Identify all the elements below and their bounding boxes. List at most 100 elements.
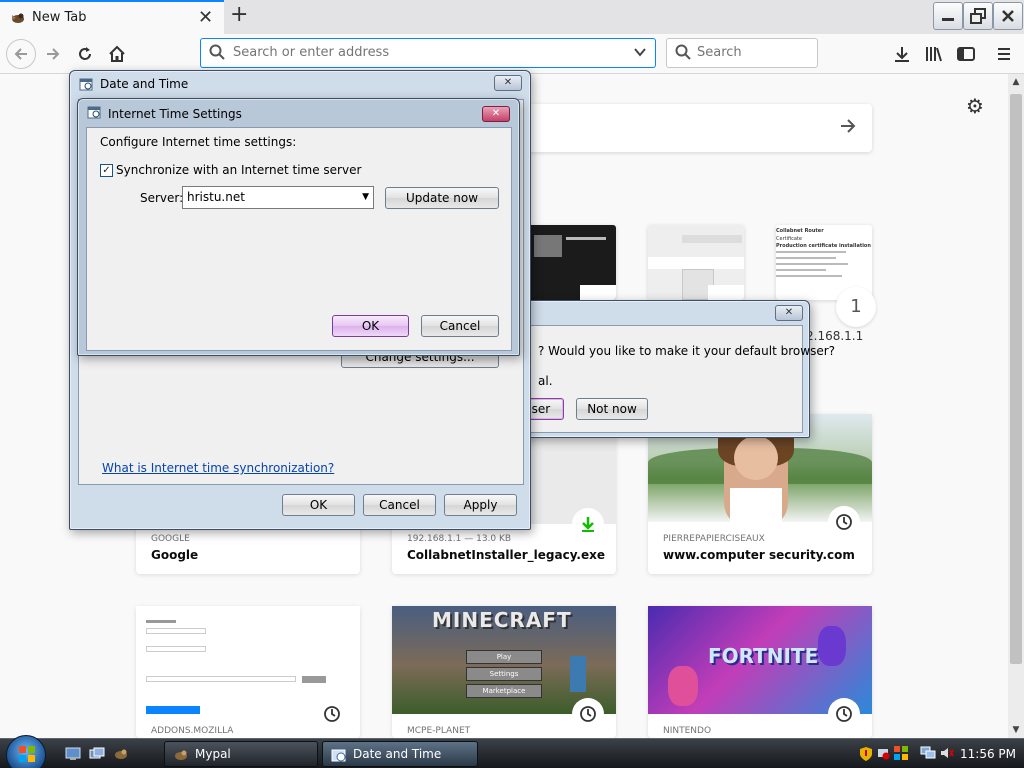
top-site-tile-computer-security[interactable]: PIERREPAPIERCISEAUX www.computer securit… xyxy=(648,414,872,574)
windows-flag-icon[interactable] xyxy=(894,746,908,764)
sidebar-icon[interactable] xyxy=(956,44,976,64)
scroll-up-icon[interactable]: ▲ xyxy=(1008,74,1024,90)
page-scrollbar[interactable]: ▲ ▼ xyxy=(1008,74,1024,738)
dialog-message: ? Would you like to make it your default… xyxy=(538,344,835,358)
apply-button[interactable]: Apply xyxy=(444,494,517,516)
close-window-button[interactable] xyxy=(993,2,1023,30)
switch-windows-icon[interactable] xyxy=(88,745,106,763)
taskbar-button-label: Date and Time xyxy=(353,747,442,761)
dialog-close-button[interactable]: ✕ xyxy=(775,305,803,321)
update-now-button[interactable]: Update now xyxy=(385,187,499,209)
scroll-down-icon[interactable]: ▼ xyxy=(1008,722,1024,738)
mypal-icon xyxy=(173,747,189,767)
dropdown-arrow-icon[interactable]: ▼ xyxy=(362,192,369,202)
dialog-message-secondary: al. xyxy=(538,374,553,388)
start-button[interactable] xyxy=(6,735,46,768)
volume-icon[interactable] xyxy=(940,746,954,764)
new-tab-plus-icon[interactable]: + xyxy=(230,2,248,27)
preview-button-text: Marketplace xyxy=(466,684,542,698)
minimize-button[interactable] xyxy=(933,2,963,30)
arrow-right-icon[interactable] xyxy=(838,116,858,141)
back-arrow-icon[interactable] xyxy=(6,39,36,69)
fortnite-logo-text: FORTNITE xyxy=(708,644,819,668)
taskbar-button-label: Mypal xyxy=(195,747,231,761)
address-bar[interactable] xyxy=(200,38,656,68)
sync-checkbox-label: Synchronize with an Internet time server xyxy=(116,163,362,177)
navigation-toolbar xyxy=(0,34,1024,74)
restore-button[interactable] xyxy=(963,2,993,30)
library-icon[interactable] xyxy=(924,44,944,64)
taskbar-button-date-and-time[interactable]: Date and Time xyxy=(322,741,478,767)
taskbar: Mypal Date and Time 11:56 PM xyxy=(0,735,1024,768)
scrollbar-thumb[interactable] xyxy=(1010,94,1022,664)
not-now-button[interactable]: Not now xyxy=(576,398,648,420)
page-search-box[interactable] xyxy=(520,104,872,152)
dialog-title: Internet Time Settings xyxy=(108,107,242,121)
top-site-tile-mcpe-planet[interactable]: MINECRAFT Play Settings Marketplace MCPE… xyxy=(392,606,616,738)
dialog-body: ? Would you like to make it your default… xyxy=(487,325,835,433)
ok-button[interactable]: OK xyxy=(282,494,355,516)
tab-strip: New Tab ✕ + xyxy=(0,0,1024,34)
top-site-thumbnail[interactable] xyxy=(520,225,616,300)
dialog-titlebar[interactable]: Internet Time Settings ✕ xyxy=(78,99,519,125)
tile-source: 192.168.1.1 — 13.0 KB xyxy=(407,534,512,544)
security-shield-icon[interactable] xyxy=(858,746,874,766)
taskbar-button-mypal[interactable]: Mypal xyxy=(164,741,318,767)
pinned-count-badge: 1 xyxy=(836,287,876,327)
dialog-title: Date and Time xyxy=(100,77,189,91)
address-input[interactable] xyxy=(233,45,613,60)
tab-title: New Tab xyxy=(32,10,87,25)
calendar-clock-icon xyxy=(79,77,93,91)
calendar-clock-icon xyxy=(87,105,101,119)
server-label: Server: xyxy=(140,191,184,205)
clock-icon xyxy=(316,698,348,730)
dialog-titlebar[interactable]: Date and Time ✕ xyxy=(70,71,530,97)
tab-close-icon[interactable]: ✕ xyxy=(198,7,213,28)
top-site-tile-addons[interactable]: ADDONS.MOZILLA xyxy=(136,606,360,738)
hamburger-menu-icon[interactable] xyxy=(994,44,1014,64)
cancel-button[interactable]: Cancel xyxy=(421,315,499,337)
clock-icon xyxy=(572,698,604,730)
server-input[interactable] xyxy=(187,190,347,204)
search-bar[interactable] xyxy=(666,38,818,68)
system-clock[interactable]: 11:56 PM xyxy=(960,747,1016,761)
network-icon[interactable] xyxy=(920,746,936,764)
collabnet-preview-line: Collabnet Router xyxy=(776,228,824,234)
clock-window-icon xyxy=(331,747,347,767)
tab-new-tab[interactable]: New Tab ✕ xyxy=(0,0,224,34)
tile-source: GOOGLE xyxy=(151,534,190,544)
search-icon xyxy=(675,44,691,63)
show-desktop-icon[interactable] xyxy=(64,745,82,763)
clock-icon xyxy=(828,506,860,538)
ok-button[interactable]: OK xyxy=(332,315,409,337)
search-input[interactable] xyxy=(697,45,807,60)
windows-logo-icon xyxy=(19,746,35,762)
help-link[interactable]: What is Internet time synchronization? xyxy=(102,461,334,475)
cancel-button[interactable]: Cancel xyxy=(363,494,436,516)
tile-source: MCPE-PLANET xyxy=(407,726,471,736)
section-heading: Configure Internet time settings: xyxy=(100,135,297,149)
top-site-thumbnail[interactable] xyxy=(648,225,744,300)
search-icon xyxy=(209,44,225,63)
downloads-icon[interactable] xyxy=(892,44,912,64)
tile-source: PIERREPAPIERCISEAUX xyxy=(663,534,765,544)
dialog-close-button[interactable]: ✕ xyxy=(482,106,510,122)
forward-arrow-icon[interactable] xyxy=(40,41,66,67)
gear-icon[interactable]: ⚙ xyxy=(966,94,984,118)
preview-button-text: Settings xyxy=(466,667,542,681)
top-site-tile-nintendo[interactable]: FORTNITE NINTENDO xyxy=(648,606,872,738)
sync-checkbox[interactable]: ✓ xyxy=(100,164,113,177)
reload-icon[interactable] xyxy=(72,41,98,67)
chevron-down-icon[interactable] xyxy=(633,45,647,63)
safely-remove-hardware-icon[interactable] xyxy=(876,746,890,764)
tile-name: Google xyxy=(151,548,199,562)
mypal-quicklaunch-icon[interactable] xyxy=(112,745,130,763)
internet-time-dialog: Internet Time Settings ✕ Configure Inter… xyxy=(77,98,520,356)
preview-button-text: Play xyxy=(466,650,542,664)
home-icon[interactable] xyxy=(104,41,130,67)
dialog-close-button[interactable]: ✕ xyxy=(494,75,522,91)
mypal-favicon-icon xyxy=(10,10,26,26)
server-combobox[interactable]: ▼ xyxy=(182,186,374,209)
collabnet-preview-line: Certificate xyxy=(776,236,802,242)
clock-icon xyxy=(828,698,860,730)
